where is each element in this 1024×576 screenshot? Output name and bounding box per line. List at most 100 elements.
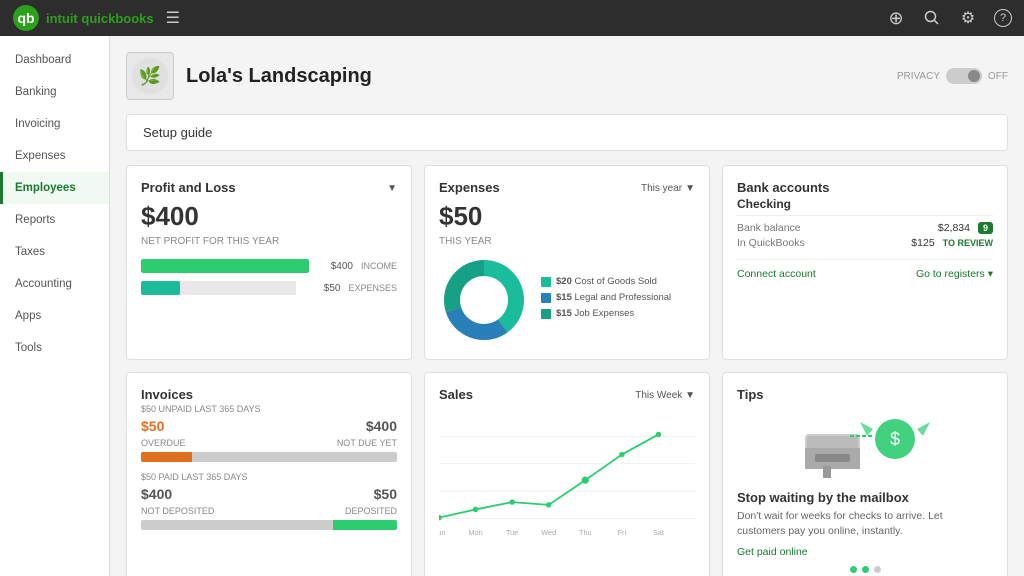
sidebar-item-apps[interactable]: Apps (0, 300, 109, 332)
bank-accounts-title: Bank accounts (737, 180, 993, 195)
income-label: INCOME (361, 261, 397, 271)
svg-text:Mon: Mon (468, 528, 482, 537)
svg-text:Tue: Tue (506, 528, 518, 537)
invoices-unpaid-section: $50 UNPAID LAST 365 DAYS $50 $400 OVERDU… (141, 404, 397, 462)
setup-guide-banner[interactable]: Setup guide (126, 114, 1008, 151)
to-review-label[interactable]: TO REVIEW (943, 238, 993, 248)
svg-text:🌿: 🌿 (139, 65, 161, 86)
bank-section-checking: Checking Bank balance $2,834 9 In QuickB… (737, 197, 993, 249)
expenses-value: $50 (304, 283, 340, 294)
invoices-notdue-amount: $400 (366, 418, 397, 434)
sidebar-item-invoicing[interactable]: Invoicing (0, 108, 109, 140)
sidebar-item-reports[interactable]: Reports (0, 204, 109, 236)
expenses-card: Expenses This year ▼ $50 THIS YEAR (424, 165, 710, 360)
invoices-notdue-label: NOT DUE YET (337, 438, 397, 448)
sidebar-item-accounting[interactable]: Accounting (0, 268, 109, 300)
gear-icon[interactable]: ⚙ (958, 8, 978, 28)
expenses-bar-label: EXPENSES (348, 283, 397, 293)
expenses-amount: $50 (439, 201, 695, 232)
expenses-title: Expenses (439, 180, 500, 195)
expenses-period[interactable]: This year ▼ (641, 183, 695, 194)
invoices-notdeposited-amount: $400 (141, 486, 172, 502)
expenses-subtitle: THIS YEAR (439, 236, 695, 247)
tips-dot-3 (874, 566, 881, 573)
in-qb-label: In QuickBooks (737, 237, 805, 249)
pnl-bar-chart: $400 INCOME $50 EXPENSES (141, 259, 397, 295)
svg-text:Sat: Sat (653, 528, 664, 537)
invoices-unpaid-bar (141, 452, 397, 462)
bank-balance-value: $2,834 (938, 222, 970, 234)
plus-icon[interactable]: ⊕ (886, 8, 906, 28)
checking-title: Checking (737, 197, 993, 216)
privacy-label: PRIVACY (897, 71, 940, 82)
pnl-title: Profit and Loss (141, 180, 236, 195)
sidebar-item-banking[interactable]: Banking (0, 76, 109, 108)
hamburger-menu[interactable]: ☰ (166, 8, 180, 28)
sales-title: Sales (439, 387, 473, 402)
tips-title: Tips (737, 387, 993, 402)
tips-card-title: Stop waiting by the mailbox (737, 490, 993, 505)
tips-dot-2 (862, 566, 869, 573)
invoices-unpaid-header: $50 UNPAID LAST 365 DAYS (141, 404, 397, 414)
pnl-dropdown[interactable]: ▼ (387, 183, 397, 194)
company-header: 🌿 Lola's Landscaping PRIVACY OFF (126, 52, 1008, 100)
in-qb-value: $125 (911, 237, 934, 249)
svg-text:$: $ (890, 429, 900, 449)
tips-dot-1 (850, 566, 857, 573)
invoices-paid-header: $50 PAID LAST 365 DAYS (141, 472, 397, 482)
pnl-subtitle: NET PROFIT FOR THIS YEAR (141, 236, 397, 247)
invoices-overdue-label: OVERDUE (141, 438, 186, 448)
sales-chart: Sun Mon Tue Wed Thu Fri Sat (439, 412, 695, 552)
sidebar: Dashboard Banking Invoicing Expenses Emp… (0, 36, 110, 576)
sales-period[interactable]: This Week ▼ (635, 390, 695, 401)
svg-text:Fri: Fri (618, 528, 627, 537)
tips-desc: Don't wait for weeks for checks to arriv… (737, 509, 993, 538)
privacy-value: OFF (988, 71, 1008, 82)
company-name: Lola's Landscaping (186, 65, 372, 88)
sidebar-item-taxes[interactable]: Taxes (0, 236, 109, 268)
tips-link[interactable]: Get paid online (737, 546, 808, 558)
top-nav: qb intuit quickbooks ☰ ⊕ ⚙ ? (0, 0, 1024, 36)
expenses-legend: $20 Cost of Goods Sold $15 Legal and Pro… (541, 276, 671, 324)
logo-text: intuit quickbooks (46, 11, 154, 26)
sidebar-item-expenses[interactable]: Expenses (0, 140, 109, 172)
svg-text:Thu: Thu (579, 528, 592, 537)
tips-card: Tips $ (722, 372, 1008, 576)
tips-dots (737, 566, 993, 573)
svg-text:qb: qb (17, 10, 34, 26)
svg-text:Sun: Sun (439, 528, 445, 537)
privacy-toggle[interactable]: PRIVACY OFF (897, 68, 1008, 84)
tips-graphic: $ (737, 404, 993, 482)
invoices-card: Invoices $50 UNPAID LAST 365 DAYS $50 $4… (126, 372, 412, 576)
invoices-overdue-amount: $50 (141, 418, 164, 434)
invoices-paid-section: $50 PAID LAST 365 DAYS $400 $50 NOT DEPO… (141, 472, 397, 530)
bank-accounts-card: Bank accounts Checking Bank balance $2,8… (722, 165, 1008, 360)
bank-actions: Connect account Go to registers ▾ (737, 259, 993, 280)
sales-card: Sales This Week ▼ (424, 372, 710, 576)
bank-balance-row: Bank balance $2,834 9 (737, 222, 993, 234)
sidebar-item-employees[interactable]: Employees (0, 172, 109, 204)
bank-balance-label: Bank balance (737, 222, 801, 234)
invoices-deposited-label: DEPOSITED (345, 506, 397, 516)
pnl-amount: $400 (141, 201, 397, 232)
svg-text:Wed: Wed (541, 528, 556, 537)
search-icon[interactable] (922, 8, 942, 28)
company-logo: 🌿 (126, 52, 174, 100)
in-qb-row: In QuickBooks $125 TO REVIEW (737, 237, 993, 249)
invoices-paid-bar (141, 520, 397, 530)
expenses-donut: $20 Cost of Goods Sold $15 Legal and Pro… (439, 255, 695, 345)
sidebar-item-dashboard[interactable]: Dashboard (0, 44, 109, 76)
income-value: $400 (317, 261, 353, 272)
dashboard-grid: Profit and Loss ▼ $400 NET PROFIT FOR TH… (126, 165, 1008, 576)
go-to-registers-link[interactable]: Go to registers ▾ (916, 268, 993, 280)
review-badge: 9 (978, 222, 993, 234)
invoices-notdeposited-label: NOT DEPOSITED (141, 506, 214, 516)
profit-loss-card: Profit and Loss ▼ $400 NET PROFIT FOR TH… (126, 165, 412, 360)
main-content: 🌿 Lola's Landscaping PRIVACY OFF Setup g… (110, 36, 1024, 576)
sidebar-item-tools[interactable]: Tools (0, 332, 109, 364)
connect-account-link[interactable]: Connect account (737, 268, 816, 280)
help-icon[interactable]: ? (994, 9, 1012, 27)
invoices-title: Invoices (141, 387, 397, 402)
setup-guide-label: Setup guide (143, 125, 212, 140)
invoices-deposited-amount: $50 (374, 486, 397, 502)
